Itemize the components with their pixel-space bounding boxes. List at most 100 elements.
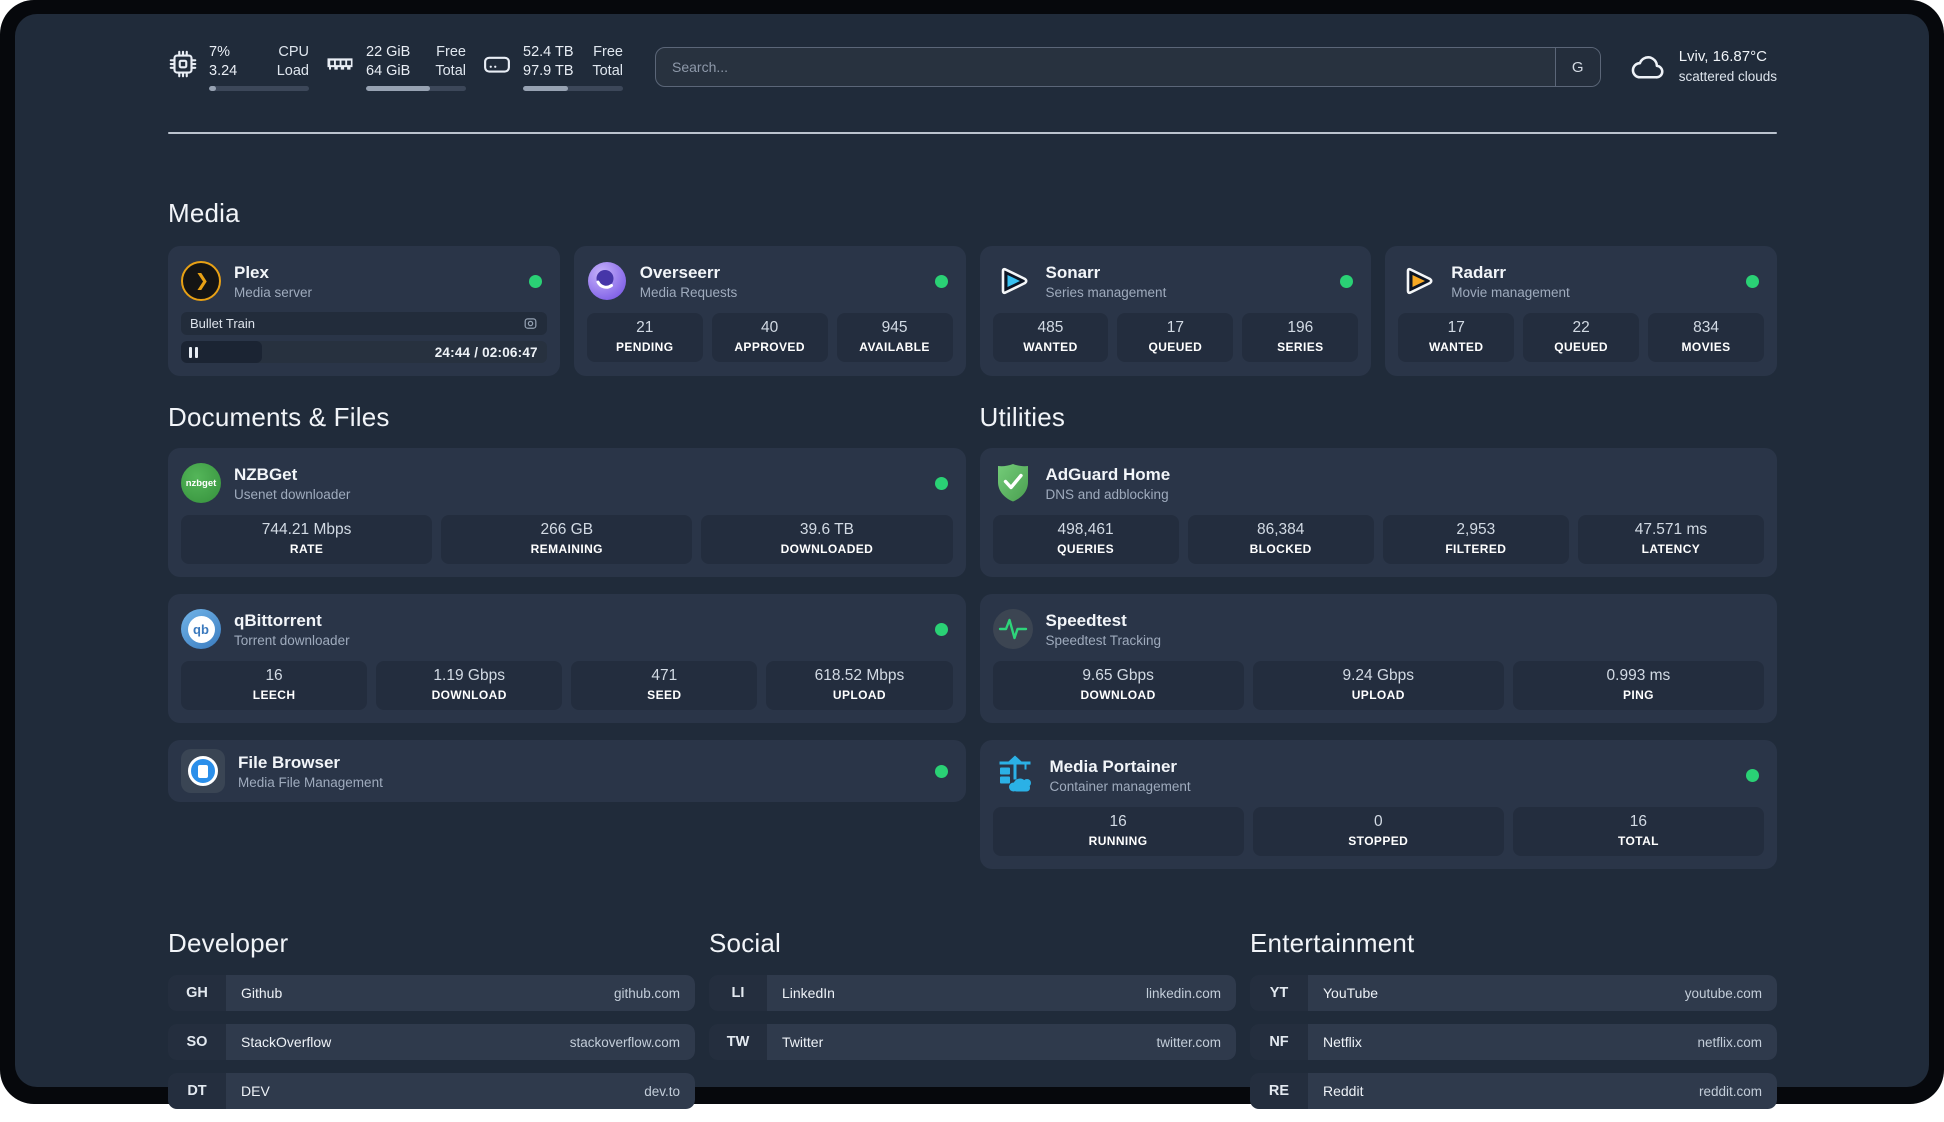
- ram-icon: [327, 58, 353, 70]
- cpu-values: 7% 3.24: [209, 43, 237, 81]
- stat-stopped: 0 STOPPED: [1252, 807, 1504, 856]
- stat-remaining: 266 GB REMAINING: [441, 515, 693, 564]
- bookmarks-section: Developer GH Github github.com SO StackO…: [168, 928, 1777, 1122]
- disk-metric: 52.4 TB 97.9 TB Free Total: [482, 43, 623, 91]
- bookmark-youtube[interactable]: YT YouTube youtube.com: [1250, 975, 1777, 1011]
- stat-series: 196 SERIES: [1242, 313, 1359, 362]
- memory-total: 64 GiB: [366, 63, 411, 79]
- memory-values: 22 GiB 64 GiB: [366, 43, 410, 81]
- card-subtitle: Movie management: [1451, 284, 1570, 300]
- card-title: Speedtest: [1045, 610, 1127, 630]
- top-bar: 7% 3.24 CPU Load 22 GiB 64 GiB Free Tota…: [168, 38, 1777, 96]
- search-input[interactable]: [656, 48, 1555, 86]
- stat-upload: 9.24 Gbps UPLOAD: [1252, 661, 1504, 710]
- stat-movies: 834 MOVIES: [1648, 313, 1765, 362]
- search-engine-button[interactable]: G: [1554, 48, 1600, 86]
- bookmark-stackoverflow[interactable]: SO StackOverflow stackoverflow.com: [168, 1024, 695, 1060]
- middle-columns: Documents & Files nzbget NZBGet Usenet d…: [168, 396, 1777, 886]
- stat-wanted: 485 WANTED: [992, 313, 1109, 362]
- section-title-media: Media: [168, 198, 240, 228]
- status-dot: [934, 476, 948, 490]
- disk-icon: [484, 56, 510, 73]
- disk-free: 52.4 TB: [523, 44, 574, 60]
- now-playing-row: Bullet Train: [181, 312, 547, 335]
- disk-total: 97.9 TB: [523, 63, 574, 79]
- cpu-metric: 7% 3.24 CPU Load: [168, 43, 309, 91]
- adguard-icon: [993, 462, 1033, 504]
- stat-wanted: 17 WANTED: [1398, 313, 1515, 362]
- stat-total: 16 TOTAL: [1512, 807, 1765, 856]
- stat-upload: 618.52 Mbps UPLOAD: [766, 661, 953, 710]
- stat-downloaded: 39.6 TB DOWNLOADED: [701, 515, 953, 564]
- status-dot: [1340, 274, 1354, 288]
- playback-progress-bar: 24:44 / 02:06:47: [181, 341, 547, 363]
- memory-labels: Free Total: [435, 44, 466, 79]
- sonarr-icon: [993, 261, 1033, 301]
- card-title: Overseerr: [639, 262, 721, 282]
- bookmark-twitter[interactable]: TW Twitter twitter.com: [709, 1024, 1236, 1060]
- disk-progress-bar: [523, 86, 623, 91]
- stat-filtered: 2,953 FILTERED: [1382, 515, 1569, 564]
- card-subtitle: Media File Management: [238, 774, 383, 790]
- radarr-icon: [1398, 261, 1438, 301]
- bookmark-linkedin[interactable]: LI LinkedIn linkedin.com: [709, 975, 1236, 1011]
- card-title: Media Portainer: [1049, 756, 1178, 776]
- section-title-developer: Developer: [168, 928, 289, 958]
- plex-icon: ❯: [181, 261, 221, 301]
- stat-available: 945 AVAILABLE: [836, 313, 953, 362]
- card-radarr[interactable]: Radarr Movie management 17 WANTED 22 QUE…: [1385, 246, 1777, 376]
- cpu-icon: [169, 50, 197, 78]
- dashboard: 7% 3.24 CPU Load 22 GiB 64 GiB Free Tota…: [15, 14, 1929, 1109]
- nzbget-icon: nzbget: [181, 463, 221, 503]
- card-title: Sonarr: [1045, 262, 1101, 282]
- status-dot: [1746, 768, 1759, 782]
- section-title-utilities: Utilities: [979, 402, 1066, 432]
- card-subtitle: Container management: [1049, 778, 1191, 794]
- developer-column: Developer GH Github github.com SO StackO…: [168, 928, 695, 1122]
- card-qbittorrent[interactable]: qb qBittorrent Torrent downloader 16 LEE…: [168, 594, 966, 723]
- documents-column: Documents & Files nzbget NZBGet Usenet d…: [168, 396, 966, 886]
- stat-running: 16 RUNNING: [992, 807, 1244, 856]
- card-adguard[interactable]: AdGuard Home DNS and adblocking 498,461 …: [979, 448, 1777, 577]
- playback-played-segment: [181, 341, 263, 363]
- status-dot: [934, 274, 948, 288]
- weather-widget: Lviv, 16.87°C scattered clouds: [1629, 47, 1777, 87]
- bookmark-netflix[interactable]: NF Netflix netflix.com: [1250, 1024, 1777, 1060]
- overseerr-icon: [587, 261, 627, 301]
- speedtest-icon: [992, 609, 1033, 649]
- weather-location-temp: Lviv, 16.87°C: [1678, 48, 1767, 65]
- cpu-progress-bar: [209, 86, 309, 91]
- memory-progress-bar: [366, 86, 466, 91]
- header-divider: [168, 132, 1777, 134]
- card-nzbget[interactable]: nzbget NZBGet Usenet downloader 744.21 M…: [168, 448, 966, 577]
- entertainment-column: Entertainment YT YouTube youtube.com NF …: [1250, 928, 1777, 1122]
- card-subtitle: Speedtest Tracking: [1045, 632, 1162, 648]
- section-title-social: Social: [709, 928, 782, 958]
- pause-icon: [189, 346, 192, 358]
- weather-condition: scattered clouds: [1678, 69, 1777, 84]
- bookmark-github[interactable]: GH Github github.com: [168, 975, 695, 1011]
- card-title: AdGuard Home: [1045, 464, 1171, 484]
- card-sonarr[interactable]: Sonarr Series management 485 WANTED 17 Q…: [979, 246, 1372, 376]
- card-portainer[interactable]: Media Portainer Container management 16 …: [979, 740, 1777, 869]
- search-bar: G: [655, 47, 1601, 87]
- stat-ping: 0.993 ms PING: [1512, 661, 1765, 710]
- cpu-labels: CPU Load: [276, 44, 309, 79]
- playback-time: 24:44 / 02:06:47: [434, 344, 538, 360]
- social-column: Social LI LinkedIn linkedin.com TW Twitt…: [709, 928, 1236, 1122]
- qbittorrent-icon: qb: [181, 609, 221, 649]
- filebrowser-icon: [181, 749, 225, 793]
- stat-approved: 40 APPROVED: [711, 313, 828, 362]
- stat-queued: 22 QUEUED: [1523, 313, 1640, 362]
- section-title-entertainment: Entertainment: [1250, 928, 1415, 958]
- stat-leech: 16 LEECH: [181, 661, 368, 710]
- card-overseerr[interactable]: Overseerr Media Requests 21 PENDING 40 A…: [573, 246, 966, 376]
- card-filebrowser[interactable]: File Browser Media File Management: [168, 740, 966, 802]
- now-playing-title: Bullet Train: [190, 316, 256, 331]
- card-speedtest[interactable]: Speedtest Speedtest Tracking 9.65 Gbps D…: [979, 594, 1777, 723]
- stat-seed: 471 SEED: [571, 661, 758, 710]
- card-plex[interactable]: ❯ Plex Media server Bullet Train 24:44 /: [168, 246, 560, 376]
- card-title: File Browser: [238, 752, 341, 772]
- stat-download: 9.65 Gbps DOWNLOAD: [992, 661, 1244, 710]
- stat-blocked: 86,384 BLOCKED: [1187, 515, 1374, 564]
